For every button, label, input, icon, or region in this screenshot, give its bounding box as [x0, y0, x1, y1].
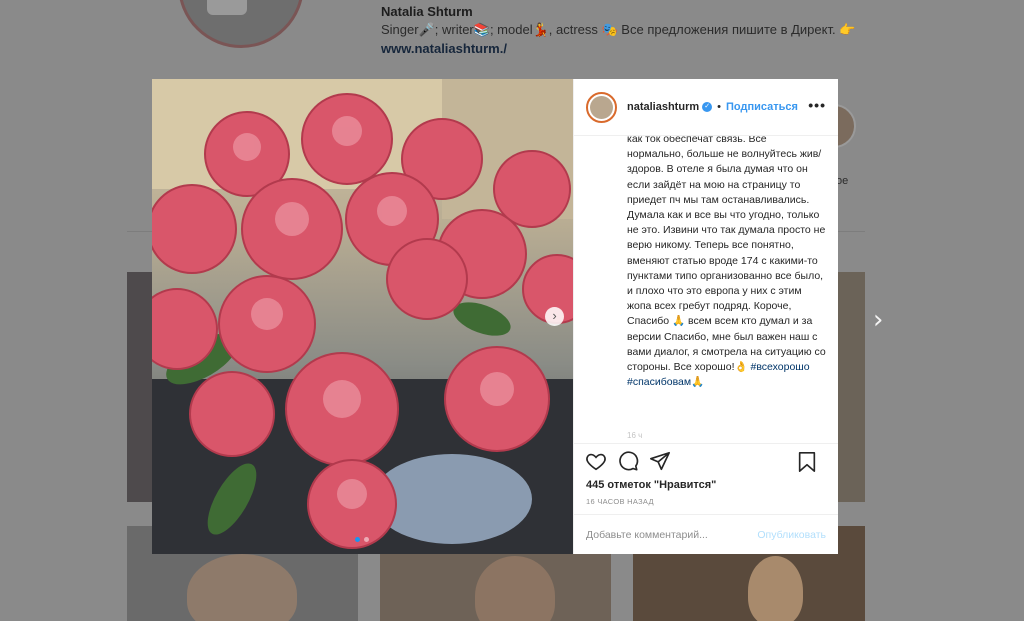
profile-avatar[interactable]: [178, 0, 304, 48]
post-timestamp[interactable]: 16 ЧАСОВ НАЗАД: [574, 494, 838, 514]
share-icon[interactable]: [649, 450, 671, 472]
comment-icon[interactable]: [617, 450, 639, 472]
author-username[interactable]: nataliashturm: [627, 101, 699, 113]
profile-bio: Singer🎤; writer📚; model💃, actress 🎭 Все …: [381, 22, 856, 37]
hashtag-link[interactable]: #всехорошо: [750, 361, 809, 373]
post-header: nataliashturm ✓ • Подписаться •••: [574, 79, 838, 136]
heart-icon[interactable]: [585, 450, 607, 472]
post-modal: › nataliashturm ✓ • Подписаться ••• как …: [152, 79, 838, 554]
roses-photo: [152, 79, 573, 554]
verified-icon: ✓: [702, 102, 713, 112]
caption-text: как ток обеспечат связь. Все нормально, …: [627, 136, 826, 374]
carousel-next-chevron-icon[interactable]: ›: [545, 307, 564, 326]
publish-comment-button[interactable]: Опубликовать: [757, 529, 826, 541]
profile-link[interactable]: www.nataliashturm./: [381, 41, 507, 56]
author-avatar[interactable]: [586, 91, 617, 123]
carousel-dot-2: [364, 537, 369, 542]
comment-input[interactable]: [586, 528, 758, 541]
next-post-chevron-icon[interactable]: ›: [873, 305, 883, 335]
profile-name: Natalia Shturm: [381, 4, 473, 19]
carousel-dots: [355, 537, 369, 542]
carousel-dot-1: [355, 537, 360, 542]
hashtag-emoji: 🙏: [691, 376, 705, 389]
caption: как ток обеспечат связь. Все нормально, …: [574, 136, 838, 443]
comment-bar: Опубликовать: [574, 514, 838, 554]
post-actions: [574, 443, 838, 477]
likes-count[interactable]: 445 отметок "Нравится": [574, 477, 838, 494]
hashtag-link[interactable]: #спасибовам: [627, 376, 691, 388]
bookmark-icon[interactable]: [796, 451, 818, 473]
header-separator: •: [717, 101, 721, 113]
more-icon[interactable]: •••: [808, 97, 826, 113]
post-media[interactable]: ›: [152, 79, 573, 554]
post-sidebar: nataliashturm ✓ • Подписаться ••• как то…: [573, 79, 838, 554]
follow-button[interactable]: Подписаться: [726, 101, 798, 113]
grid-post-1[interactable]: [127, 272, 152, 502]
grid-post-2[interactable]: [838, 272, 865, 502]
caption-cut-text: 16 ч: [627, 430, 643, 440]
